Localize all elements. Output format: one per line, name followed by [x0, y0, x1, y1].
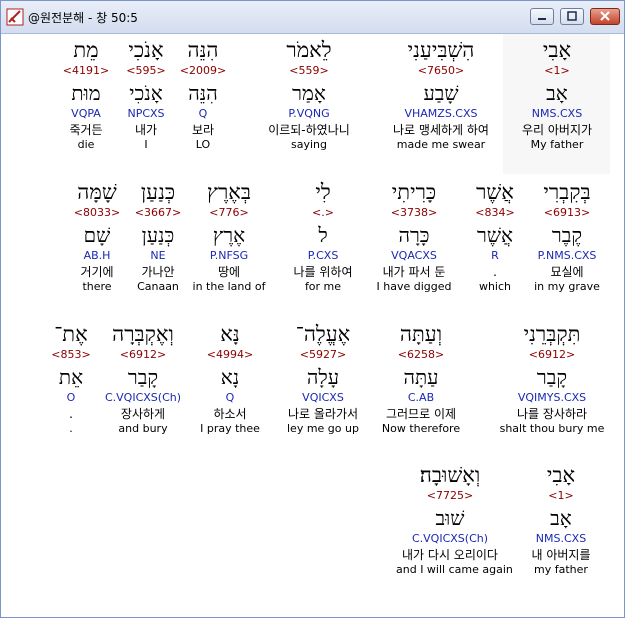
word-eng: for me	[304, 280, 342, 293]
word-morph: NMS.CXS	[535, 532, 587, 545]
word-num: <1>	[544, 64, 570, 77]
word-root: אָב	[550, 506, 572, 530]
word-root: שׁוּב	[435, 506, 465, 530]
word-num: <5927>	[299, 348, 347, 361]
word-morph: AB.H	[83, 249, 111, 262]
word-root: מוּת	[71, 81, 101, 105]
word-cell[interactable]: שָׁמָּה <8033> שָׁם AB.H 거기에 there	[43, 180, 151, 294]
minimize-button[interactable]	[530, 8, 554, 25]
word-eng: and I will came again	[396, 563, 513, 576]
maximize-button[interactable]	[560, 8, 584, 25]
minimize-icon	[538, 18, 546, 20]
word-num: <559>	[289, 64, 329, 77]
word-eng: shalt thou bury me	[499, 422, 605, 435]
word-kor: 나를 장사하라	[516, 407, 588, 421]
word-kor: 내가 다시 오리이다	[402, 548, 498, 562]
word-root: ל	[318, 223, 328, 247]
word-cell[interactable]: תִּקְבְּרֵנִי <6912> קָבַר VQIMYS.CXS 나를 장사하…	[498, 322, 606, 436]
word-kor: 우리 아버지가	[521, 123, 593, 137]
word-num: <7650>	[417, 64, 465, 77]
word-num: <6912>	[528, 348, 576, 361]
word-cell[interactable]: וְאָשׁוּבָה׃ <7725> שׁוּב C.VQICXS(Ch) 내가 다시…	[396, 463, 513, 577]
word-cell[interactable]: אָבִי <1> אָב NMS.CXS 내 아버지를 my father	[507, 463, 615, 577]
word-eng: ley me go up	[287, 422, 359, 435]
word-root: עַתָּה	[403, 365, 439, 389]
word-kor: 그러므로 이제	[385, 407, 457, 421]
word-kor: 이르되-하였나니	[268, 123, 350, 137]
word-kor: 죽거든	[69, 123, 103, 137]
window-title: @원전분해 - 창 50:5	[28, 11, 138, 25]
word-heb: וְעַתָּה	[399, 322, 443, 346]
word-heb: וְאָשׁוּבָה׃	[419, 463, 481, 487]
word-cell[interactable]: הִשְׁבִּיעַנִי <7650> שָׁבַע VHAMZS.CXS 나로 맹…	[387, 38, 495, 152]
word-morph: C.VQICXS(Ch)	[411, 532, 489, 545]
analysis-panel: אָבִי <1> אָב NMS.CXS 우리 아버지가 My father הִשְׁב…	[1, 34, 624, 617]
word-heb: אָבִי	[546, 463, 576, 487]
word-cell[interactable]: לִי <.> ל P.CXS 나를 위하여 for me	[269, 180, 377, 294]
word-heb: הִשְׁבִּיעַנִי	[407, 38, 475, 62]
word-kor: 내 아버지를	[531, 548, 591, 562]
word-cell[interactable]: וְעַתָּה <6258> עַתָּה C.AB 그러므로 이제 Now there…	[367, 322, 475, 436]
word-morph: NMS.CXS	[531, 107, 583, 120]
word-kor: 나를 위하여	[293, 265, 353, 279]
word-root: אֵת	[58, 365, 84, 389]
word-eng: My father	[530, 138, 584, 151]
close-icon	[600, 11, 610, 21]
word-cell[interactable]: מֵת <4191> מוּת VQPA 죽거든 die	[32, 38, 140, 152]
word-num: <853>	[51, 348, 91, 361]
app-logo-icon	[6, 8, 24, 26]
word-eng: saying	[291, 138, 327, 151]
word-root: אָמַר	[292, 81, 326, 105]
word-eng: Now therefore	[381, 422, 461, 435]
word-num: <4191>	[62, 64, 110, 77]
word-kor: 나로 맹세하게 하여	[393, 123, 489, 137]
word-morph: VQICXS	[302, 391, 344, 404]
word-root: שָׁבַע	[423, 81, 459, 105]
word-cell[interactable]: לֵאמֹר <559> אָמַר P.VQNG 이르되-하였나니 saying	[255, 38, 363, 152]
word-morph: VHAMZS.CXS	[404, 107, 478, 120]
app-window: @원전분해 - 창 50:5 אָבִי <1> אָב NMS.CXS 우리 아버지가…	[0, 0, 625, 618]
word-num: <8033>	[73, 206, 121, 219]
close-button[interactable]	[590, 8, 620, 25]
word-heb: אָבִי	[542, 38, 572, 62]
word-morph: P.VQNG	[288, 107, 330, 120]
word-morph: VQPA	[71, 107, 101, 120]
word-eng: .	[69, 422, 73, 435]
word-cell[interactable]: אֶעֱלֶה־ <5927> עָלָה VQICXS 나로 올라가서 ley me g…	[269, 322, 377, 436]
word-heb: לִי	[315, 180, 331, 204]
word-heb: לֵאמֹר	[286, 38, 332, 62]
word-heb: אֶעֱלֶה־	[295, 322, 351, 346]
word-cell[interactable]: אֶת־ <853> אֵת O..	[17, 322, 125, 436]
word-num: <7725>	[426, 489, 474, 502]
word-morph: VQIMYS.CXS	[517, 391, 587, 404]
word-num: <1>	[548, 489, 574, 502]
title-bar[interactable]: @원전분해 - 창 50:5	[1, 1, 624, 34]
word-morph: O	[66, 391, 76, 404]
word-eng: my father	[534, 563, 588, 576]
word-num: <.>	[312, 206, 334, 219]
word-num: <6258>	[397, 348, 445, 361]
word-root: קָבַר	[536, 365, 568, 389]
word-root: שָׁם	[83, 223, 111, 247]
word-morph: C.AB	[407, 391, 435, 404]
word-heb: אֶת־	[54, 322, 88, 346]
word-eng: there	[82, 280, 112, 293]
word-kor: .	[69, 407, 73, 421]
word-heb: שָׁמָּה	[77, 180, 117, 204]
word-root: אָב	[546, 81, 568, 105]
word-cell[interactable]: אָבִי <1> אָב NMS.CXS 우리 아버지가 My father	[503, 38, 611, 152]
word-morph: P.CXS	[307, 249, 339, 262]
word-eng: made me swear	[396, 138, 486, 151]
word-root: עָלָה	[306, 365, 340, 389]
word-kor: 나로 올라가서	[287, 407, 359, 421]
word-kor: 거기에	[80, 265, 114, 279]
word-eng: die	[77, 138, 95, 151]
word-heb: מֵת	[73, 38, 99, 62]
maximize-icon	[567, 11, 577, 21]
word-heb: תִּקְבְּרֵנִי	[523, 322, 581, 346]
